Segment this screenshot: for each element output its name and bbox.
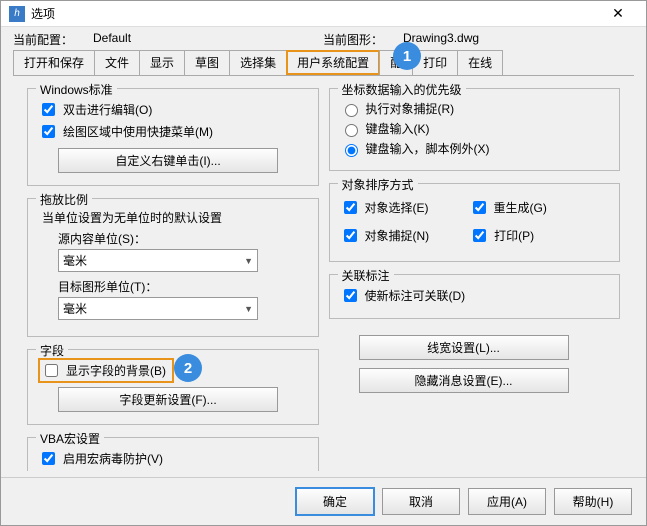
checkbox-dblclick-edit[interactable]: 双击进行编辑(O) (38, 100, 308, 119)
group-drag-scale: 拖放比例 当单位设置为无单位时的默认设置 源内容单位(S)： 毫米▼ 目标图形单… (27, 198, 319, 337)
current-drawing-label: 当前图形： (323, 31, 403, 48)
left-column: Windows标准 双击进行编辑(O) 绘图区域中使用快捷菜单(M) 自定义右键… (27, 82, 319, 471)
app-icon: h (9, 6, 25, 22)
checkbox-print[interactable]: 打印(P) (469, 226, 534, 245)
group-title: 拖放比例 (36, 191, 92, 208)
group-vba: VBA宏设置 启用宏病毒防护(V) (27, 437, 319, 471)
current-profile-value: Default (93, 31, 263, 48)
group-title: 坐标数据输入的优先级 (338, 81, 466, 98)
checkbox-macro-virus[interactable]: 启用宏病毒防护(V) (38, 449, 308, 468)
tab-selection[interactable]: 选择集 (229, 50, 287, 75)
group-title: VBA宏设置 (36, 430, 104, 447)
radio-keyboard[interactable]: 键盘输入(K) (340, 120, 610, 137)
checkbox-field-background[interactable]: 显示字段的背景(B) (41, 361, 166, 380)
tab-content: Windows标准 双击进行编辑(O) 绘图区域中使用快捷菜单(M) 自定义右键… (13, 75, 634, 477)
checkbox-assoc-dim[interactable]: 使新标注可关联(D) (340, 286, 610, 305)
right-column: 坐标数据输入的优先级 执行对象捕捉(R) 键盘输入(K) 键盘输入，脚本例外(X… (329, 82, 621, 471)
tab-online[interactable]: 在线 (457, 50, 503, 75)
annotation-badge-2: 2 (174, 354, 202, 382)
target-units-label: 目标图形单位(T)： (58, 278, 308, 295)
group-windows-standard: Windows标准 双击进行编辑(O) 绘图区域中使用快捷菜单(M) 自定义右键… (27, 88, 319, 186)
button-lineweight[interactable]: 线宽设置(L)... (359, 335, 569, 360)
radio-osnap[interactable]: 执行对象捕捉(R) (340, 100, 610, 117)
annotation-badge-1: 1 (393, 42, 421, 70)
tab-user-prefs[interactable]: 用户系统配置 (286, 50, 380, 75)
button-hidden-msg[interactable]: 隐藏消息设置(E)... (359, 368, 569, 393)
dialog-footer: 确定 取消 应用(A) 帮助(H) (1, 477, 646, 525)
group-field: 字段 显示字段的背景(B) 2 字段更新设置(F)... (27, 349, 319, 425)
titlebar: h 选项 ✕ (1, 1, 646, 27)
button-custom-rightclick[interactable]: 自定义右键单击(I)... (58, 148, 278, 173)
checkbox-shortcut-menu[interactable]: 绘图区域中使用快捷菜单(M) (38, 122, 308, 141)
button-field-update[interactable]: 字段更新设置(F)... (58, 387, 278, 412)
chevron-down-icon: ▼ (244, 304, 253, 314)
current-profile-label: 当前配置： (13, 31, 93, 48)
tab-display[interactable]: 显示 (139, 50, 185, 75)
tab-files[interactable]: 文件 (94, 50, 140, 75)
group-title: 对象排序方式 (338, 176, 418, 193)
window-title: 选项 (31, 5, 598, 22)
group-assoc-dim: 关联标注 使新标注可关联(D) (329, 274, 621, 319)
group-title: 关联标注 (338, 267, 394, 284)
chevron-down-icon: ▼ (244, 256, 253, 266)
source-units-label: 源内容单位(S)： (58, 230, 308, 247)
close-icon[interactable]: ✕ (598, 5, 638, 22)
checkbox-obj-select[interactable]: 对象选择(E) (340, 198, 429, 217)
group-object-sort: 对象排序方式 对象选择(E) 重生成(G) 对象捕捉(N) 打印(P) (329, 183, 621, 262)
scale-note: 当单位设置为无单位时的默认设置 (42, 209, 308, 226)
ok-button[interactable]: 确定 (296, 488, 374, 515)
group-coord-priority: 坐标数据输入的优先级 执行对象捕捉(R) 键盘输入(K) 键盘输入，脚本例外(X… (329, 88, 621, 171)
profile-row: 当前配置： Default 当前图形： Drawing3.dwg (1, 27, 646, 50)
help-button[interactable]: 帮助(H) (554, 488, 632, 515)
highlight-field-bg: 显示字段的背景(B) 2 (38, 358, 174, 383)
apply-button[interactable]: 应用(A) (468, 488, 546, 515)
cancel-button[interactable]: 取消 (382, 488, 460, 515)
checkbox-obj-snap[interactable]: 对象捕捉(N) (340, 226, 430, 245)
radio-keyboard-except[interactable]: 键盘输入，脚本例外(X) (340, 140, 610, 157)
current-drawing-value: Drawing3.dwg (403, 31, 573, 48)
tab-open-save[interactable]: 打开和保存 (13, 50, 95, 75)
select-target-units[interactable]: 毫米▼ (58, 297, 258, 320)
tab-bar: 打开和保存 文件 显示 草图 选择集 用户系统配置 配 打印 在线 1 (1, 50, 646, 75)
checkbox-regen[interactable]: 重生成(G) (469, 198, 547, 217)
tab-draft[interactable]: 草图 (184, 50, 230, 75)
options-dialog: h 选项 ✕ 当前配置： Default 当前图形： Drawing3.dwg … (0, 0, 647, 526)
group-title: 字段 (36, 342, 68, 359)
select-source-units[interactable]: 毫米▼ (58, 249, 258, 272)
group-title: Windows标准 (36, 81, 117, 98)
